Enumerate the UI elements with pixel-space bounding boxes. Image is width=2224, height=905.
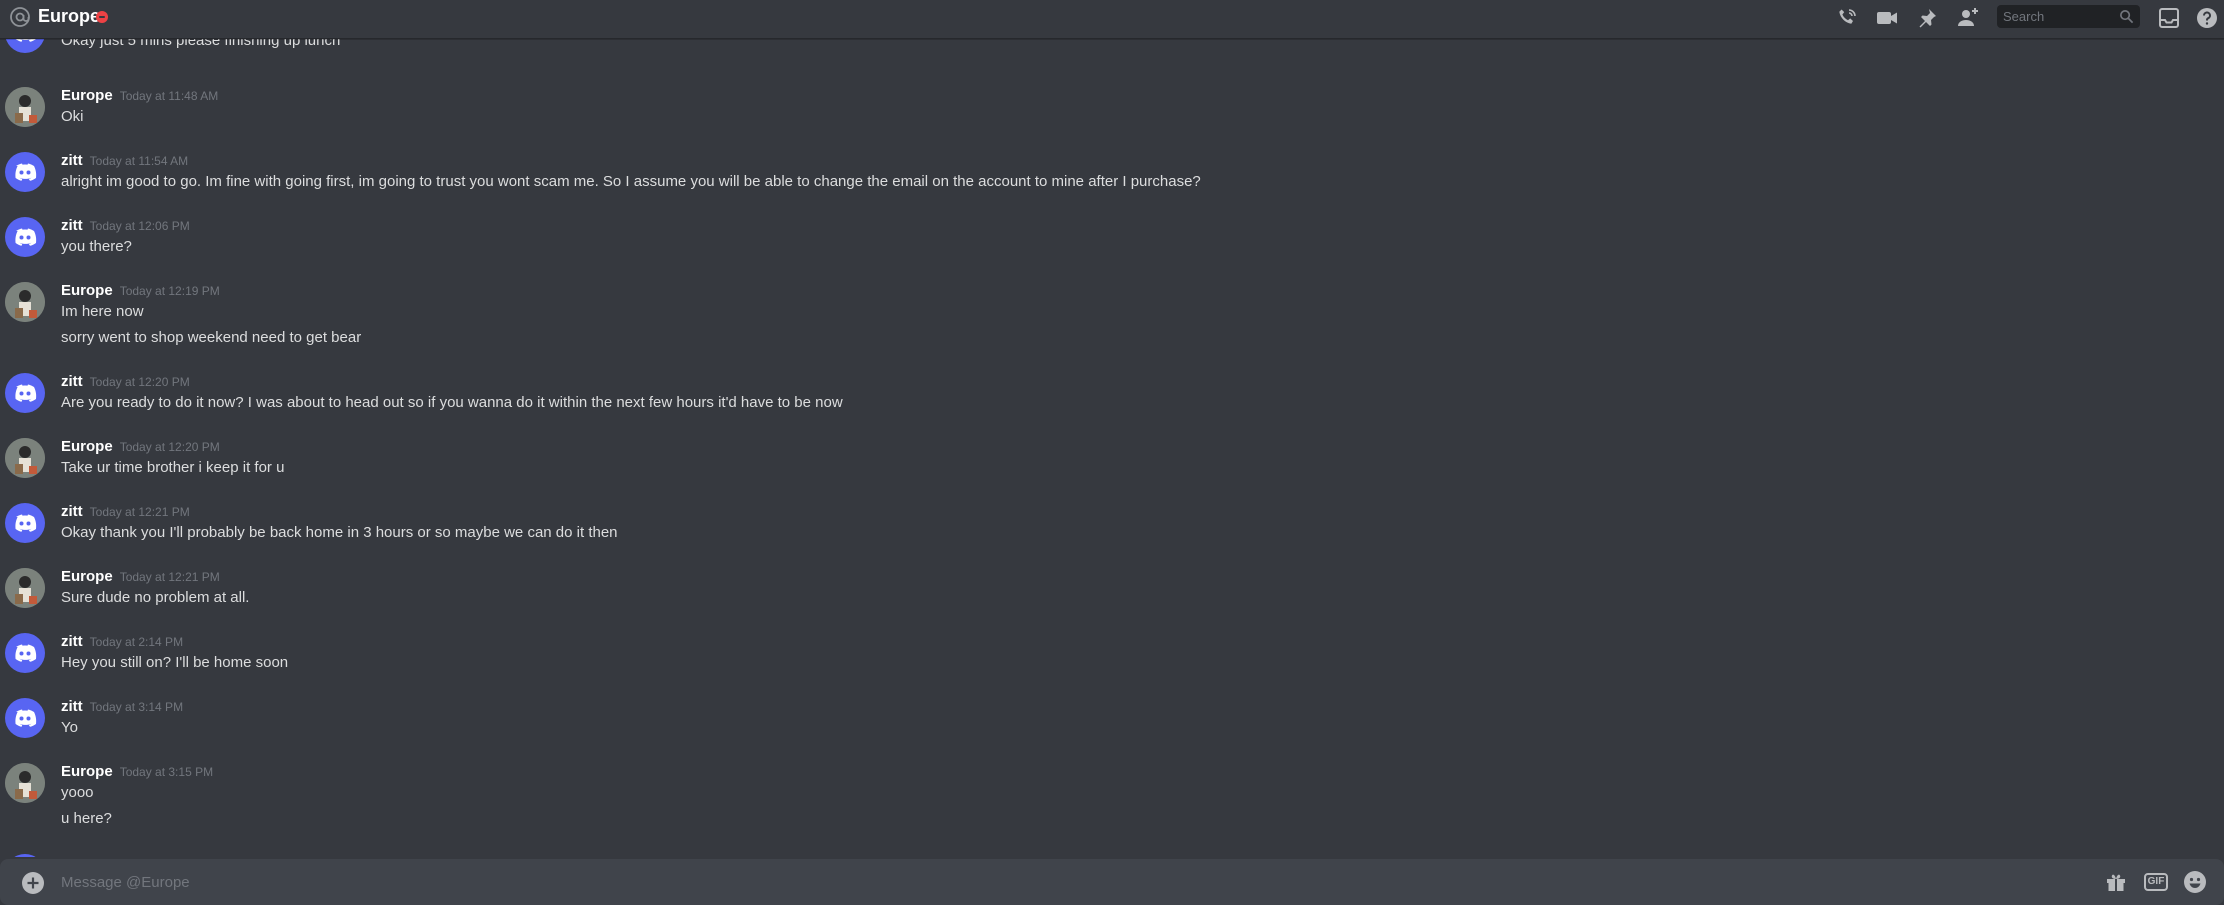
timestamp: Today at 11:48 AM	[119, 89, 219, 103]
message-text: alright im good to go. Im fine with goin…	[61, 173, 1201, 190]
avatar[interactable]	[5, 763, 45, 803]
author-name[interactable]: Europe	[61, 282, 113, 299]
avatar[interactable]	[5, 438, 45, 478]
message-header: Europe Today at 12:21 PM	[61, 568, 220, 585]
help-icon[interactable]	[2195, 6, 2219, 30]
timestamp: Today at 12:21 PM	[119, 570, 220, 584]
author-name[interactable]: Europe	[61, 763, 113, 780]
inbox-icon[interactable]	[2157, 6, 2181, 30]
search-bar[interactable]	[1997, 5, 2140, 28]
avatar[interactable]	[5, 854, 45, 857]
message-header: zitt Today at 12:06 PM	[61, 217, 190, 234]
discord-logo-icon	[15, 228, 37, 246]
add-friends-to-dm-icon[interactable]	[1956, 6, 1980, 30]
message-text: Are you ready to do it now? I was about …	[61, 394, 843, 411]
timestamp: Today at 12:20 PM	[89, 375, 190, 389]
avatar[interactable]	[5, 503, 45, 543]
message-text: Okay just 5 mins please finishing up lun…	[61, 39, 341, 49]
message-header: zitt Today at 12:21 PM	[61, 503, 190, 520]
message-list: Okay just 5 mins please finishing up lun…	[0, 39, 2224, 857]
emoji-icon[interactable]	[2183, 870, 2207, 894]
avatar[interactable]	[5, 568, 45, 608]
message-text: Hey you still on? I'll be home soon	[61, 654, 289, 671]
discord-logo-icon	[15, 644, 37, 662]
timestamp: Today at 11:54 AM	[89, 154, 189, 168]
timestamp: Today at 12:06 PM	[89, 219, 190, 233]
user-photo-icon	[5, 282, 45, 322]
message-composer: GIF	[0, 859, 2224, 905]
message-input[interactable]	[61, 859, 2061, 905]
timestamp: Today at 3:15 PM	[119, 765, 214, 779]
avatar[interactable]	[5, 152, 45, 192]
gif-icon[interactable]: GIF	[2144, 873, 2168, 891]
timestamp: Today at 2:14 PM	[89, 635, 184, 649]
discord-logo-icon	[15, 39, 36, 42]
author-name[interactable]: zitt	[61, 217, 83, 234]
message-text: yooo	[61, 784, 94, 801]
at-sign-icon	[10, 7, 30, 27]
attach-plus-icon[interactable]	[22, 872, 44, 894]
author-name[interactable]: Europe	[61, 568, 113, 585]
pinned-messages-icon[interactable]	[1915, 6, 1939, 30]
message-text: sorry went to shop weekend need to get b…	[61, 329, 362, 346]
timestamp: Today at 12:19 PM	[119, 284, 220, 298]
message-text: you there?	[61, 238, 132, 255]
discord-logo-icon	[15, 384, 37, 402]
user-photo-icon	[5, 87, 45, 127]
message-header: zitt Today at 12:20 PM	[61, 373, 190, 390]
timestamp: Today at 12:21 PM	[89, 505, 190, 519]
author-name[interactable]: zitt	[61, 373, 83, 390]
timestamp: Today at 12:20 PM	[119, 440, 220, 454]
dnd-status-icon	[96, 11, 108, 23]
message-text: Okay thank you I'll probably be back hom…	[61, 524, 618, 541]
avatar[interactable]	[5, 698, 45, 738]
avatar[interactable]	[5, 39, 45, 53]
user-photo-icon	[5, 568, 45, 608]
user-photo-icon	[5, 763, 45, 803]
author-name[interactable]: zitt	[61, 152, 83, 169]
discord-logo-icon	[15, 709, 37, 727]
message-text: Yo	[61, 719, 78, 736]
channel-header: Europe	[0, 0, 2224, 39]
timestamp: Today at 3:14 PM	[89, 700, 184, 714]
user-photo-icon	[5, 438, 45, 478]
gift-icon[interactable]	[2104, 870, 2128, 894]
search-input[interactable]	[1997, 5, 2113, 28]
author-name[interactable]: Europe	[61, 438, 113, 455]
avatar[interactable]	[5, 373, 45, 413]
avatar[interactable]	[5, 87, 45, 127]
message-header: Europe Today at 3:15 PM	[61, 763, 213, 780]
message-text: u here?	[61, 810, 112, 827]
author-name[interactable]: Europe	[61, 87, 113, 104]
message-header: zitt Today at 2:14 PM	[61, 633, 183, 650]
author-name[interactable]: zitt	[61, 503, 83, 520]
start-voice-call-icon[interactable]	[1835, 6, 1859, 30]
avatar[interactable]	[5, 282, 45, 322]
message-text: Oki	[61, 108, 84, 125]
author-name[interactable]: zitt	[61, 698, 83, 715]
message-header: zitt Today at 3:14 PM	[61, 698, 183, 715]
message-header: Europe Today at 11:48 AM	[61, 87, 218, 104]
message-text: Im here now	[61, 303, 144, 320]
message-text: Take ur time brother i keep it for u	[61, 459, 285, 476]
message-header: Europe Today at 12:20 PM	[61, 438, 220, 455]
discord-logo-icon	[15, 163, 37, 181]
channel-title: Europe	[38, 6, 101, 26]
message-header: Europe Today at 12:19 PM	[61, 282, 220, 299]
message-header: zitt Today at 11:54 AM	[61, 152, 188, 169]
author-name[interactable]: zitt	[61, 633, 83, 650]
message-text: Sure dude no problem at all.	[61, 589, 250, 606]
discord-logo-icon	[15, 514, 37, 532]
avatar[interactable]	[5, 633, 45, 673]
search-icon	[2120, 10, 2134, 24]
start-video-call-icon[interactable]	[1875, 6, 1899, 30]
avatar[interactable]	[5, 217, 45, 257]
